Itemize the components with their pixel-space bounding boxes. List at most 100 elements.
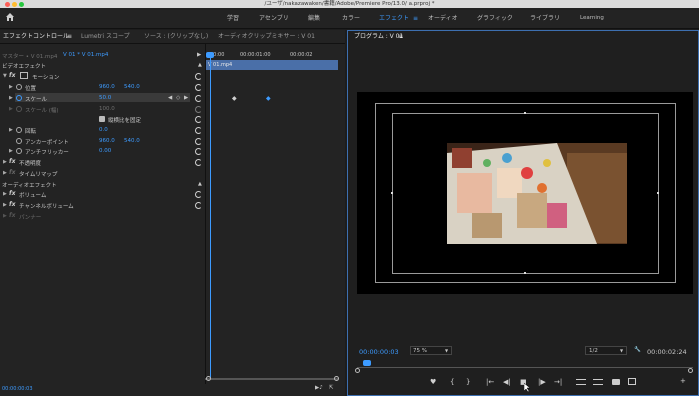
resolution-dropdown-icon[interactable]: ▼ bbox=[620, 348, 623, 353]
position-stopwatch-icon[interactable] bbox=[16, 84, 22, 90]
antiflicker-stopwatch-icon[interactable] bbox=[16, 148, 22, 154]
reset-antiflicker-icon[interactable] bbox=[195, 148, 202, 155]
workspace-learning[interactable]: Learning bbox=[580, 8, 604, 29]
volume-chevron-icon[interactable]: ▶ bbox=[3, 191, 7, 197]
time-remap-chevron-icon[interactable]: ▶ bbox=[3, 170, 7, 176]
workspace-learn[interactable]: 学習 bbox=[227, 8, 239, 29]
channel-volume-chevron-icon[interactable]: ▶ bbox=[3, 202, 7, 208]
panner-fx-icon[interactable]: fx bbox=[9, 212, 15, 219]
lift-button[interactable] bbox=[576, 379, 586, 385]
scale-width-stopwatch-icon bbox=[16, 106, 22, 112]
zoom-handle-right[interactable] bbox=[334, 376, 339, 381]
program-playhead[interactable] bbox=[363, 360, 371, 366]
workspace-editing[interactable]: 編集 bbox=[308, 8, 320, 29]
timecode-mid: 00:00:01:00 bbox=[240, 52, 271, 58]
camera-icon[interactable] bbox=[612, 379, 620, 385]
reset-volume-icon[interactable] bbox=[195, 191, 202, 198]
opacity-chevron-icon[interactable]: ▶ bbox=[3, 159, 7, 165]
next-keyframe-icon[interactable]: ▶ bbox=[184, 95, 188, 101]
zoom-dropdown-icon[interactable]: ▼ bbox=[445, 348, 448, 353]
zoom-handle-left[interactable] bbox=[206, 376, 211, 381]
tab-program[interactable]: プログラム : V 01 bbox=[354, 31, 403, 43]
sequence-clip-label[interactable]: V 01 * V 01.mp4 bbox=[63, 52, 108, 58]
reset-channel-volume-icon[interactable] bbox=[195, 202, 202, 209]
tab-audio-clip-mixer[interactable]: オーディオクリップミキサー : V 01 bbox=[218, 31, 315, 43]
tab-menu-icon[interactable]: ≡ bbox=[67, 31, 72, 43]
workspace-effects[interactable]: エフェクト bbox=[379, 8, 409, 29]
workspace-graphics[interactable]: グラフィック bbox=[477, 8, 513, 29]
home-icon[interactable] bbox=[5, 12, 15, 22]
motion-transform-icon[interactable] bbox=[20, 72, 28, 79]
expand-timeline-arrow-icon[interactable]: ▶ bbox=[197, 52, 201, 58]
prev-keyframe-icon[interactable]: ◀ bbox=[168, 95, 172, 101]
step-forward-button[interactable]: |▶ bbox=[538, 378, 546, 386]
add-keyframe-icon[interactable]: ◇ bbox=[176, 95, 180, 101]
master-clip-label[interactable]: マスター • V 01.mp4 bbox=[2, 52, 57, 60]
button-editor-add-icon[interactable]: + bbox=[680, 377, 686, 385]
motion-chevron-icon[interactable]: ▼ bbox=[3, 73, 7, 79]
extract-button[interactable] bbox=[593, 379, 603, 385]
workspace-assembly[interactable]: アセンブリ bbox=[259, 8, 289, 29]
audio-effects-collapse-icon[interactable]: ▲ bbox=[198, 181, 202, 187]
scale-width-value: 100.0 bbox=[99, 106, 115, 112]
time-remap-fx-icon[interactable]: fx bbox=[9, 169, 15, 176]
scrub-zoom-handle-left[interactable] bbox=[355, 368, 360, 373]
rotation-stopwatch-icon[interactable] bbox=[16, 127, 22, 133]
program-timecode[interactable]: 00:00:00:03 bbox=[359, 348, 399, 356]
wrench-icon[interactable]: 🔧 bbox=[634, 347, 641, 353]
reset-position-icon[interactable] bbox=[195, 84, 202, 91]
rotation-value[interactable]: 0.0 bbox=[99, 127, 108, 133]
add-marker-button[interactable]: ♥ bbox=[430, 378, 436, 386]
anchor-stopwatch-icon[interactable] bbox=[16, 138, 22, 144]
tab-lumetri[interactable]: Lumetri スコープ bbox=[81, 31, 130, 43]
reset-opacity-icon[interactable] bbox=[195, 159, 202, 166]
center-mark-bottom bbox=[524, 272, 526, 274]
volume-fx-icon[interactable]: fx bbox=[9, 190, 15, 197]
scale-value[interactable]: 50.0 bbox=[99, 95, 111, 101]
opacity-fx-icon[interactable]: fx bbox=[9, 158, 15, 165]
playhead-line[interactable] bbox=[210, 55, 211, 380]
timeline-zoom-scrollbar[interactable] bbox=[205, 378, 338, 380]
mark-in-button[interactable]: { bbox=[450, 378, 454, 386]
scrub-zoom-handle-right[interactable] bbox=[688, 368, 693, 373]
go-to-in-button[interactable]: |← bbox=[486, 378, 494, 386]
panner-chevron-icon[interactable]: ▶ bbox=[3, 213, 7, 219]
workspace-menu-icon[interactable]: ≡ bbox=[413, 8, 418, 29]
rotation-chevron-icon[interactable]: ▶ bbox=[9, 127, 13, 133]
export-frame-icon[interactable]: ⇱ bbox=[329, 385, 334, 391]
position-y-value[interactable]: 540.0 bbox=[124, 84, 140, 90]
mark-out-button[interactable]: } bbox=[466, 378, 470, 386]
program-menu-icon[interactable]: ≡ bbox=[398, 31, 403, 43]
position-x-value[interactable]: 960.0 bbox=[99, 84, 115, 90]
reset-rotation-icon[interactable] bbox=[195, 127, 202, 134]
scale-chevron-icon[interactable]: ▶ bbox=[9, 95, 13, 101]
go-to-out-button[interactable]: →| bbox=[554, 378, 562, 386]
keyframe-diamond-icon[interactable]: ◆ bbox=[232, 95, 237, 102]
channel-volume-fx-icon[interactable]: fx bbox=[9, 201, 15, 208]
workspace-audio[interactable]: オーディオ bbox=[428, 8, 458, 29]
tab-effect-controls[interactable]: エフェクトコントロール bbox=[3, 31, 69, 43]
uniform-scale-checkbox[interactable] bbox=[99, 116, 105, 122]
reset-motion-icon[interactable] bbox=[195, 73, 202, 80]
reset-scale-icon[interactable] bbox=[195, 95, 202, 102]
reset-anchor-icon[interactable] bbox=[195, 138, 202, 145]
effect-controls-timecode[interactable]: 00:00:00:03 bbox=[2, 386, 33, 392]
program-scrub-bar[interactable] bbox=[357, 367, 693, 368]
antiflicker-chevron-icon[interactable]: ▶ bbox=[9, 148, 13, 154]
step-back-button[interactable]: ◀| bbox=[503, 378, 511, 386]
workspace-color[interactable]: カラー bbox=[342, 8, 360, 29]
play-only-audio-icon[interactable]: ▶♪ bbox=[315, 385, 323, 391]
scale-stopwatch-icon[interactable] bbox=[16, 95, 22, 101]
video-effects-collapse-icon[interactable]: ▲ bbox=[198, 62, 202, 68]
playhead-handle[interactable] bbox=[206, 52, 214, 58]
anchor-x-value[interactable]: 960.0 bbox=[99, 138, 115, 144]
reset-uniform-icon[interactable] bbox=[195, 116, 202, 123]
comparison-view-icon[interactable] bbox=[628, 378, 636, 385]
fx-badge-icon[interactable]: fx bbox=[9, 72, 15, 79]
anchor-y-value[interactable]: 540.0 bbox=[124, 138, 140, 144]
tab-source[interactable]: ソース : (クリップなし) bbox=[144, 31, 208, 43]
workspace-libraries[interactable]: ライブラリ bbox=[530, 8, 560, 29]
antiflicker-value[interactable]: 0.00 bbox=[99, 148, 111, 154]
keyframe-diamond-selected-icon[interactable]: ◆ bbox=[266, 95, 271, 102]
position-chevron-icon[interactable]: ▶ bbox=[9, 84, 13, 90]
